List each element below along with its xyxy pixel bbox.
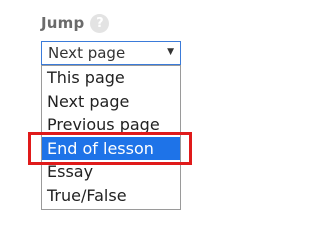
option-this-page[interactable]: This page: [42, 66, 180, 90]
option-next-page[interactable]: Next page: [42, 90, 180, 114]
jump-field-label: Jump ?: [41, 11, 110, 35]
jump-select[interactable]: Next page ▼: [41, 41, 181, 65]
option-true-false[interactable]: True/False: [42, 184, 180, 208]
jump-select-value: Next page: [48, 44, 126, 62]
annotation-highlight-box: [28, 132, 192, 165]
jump-label-text: Jump: [41, 14, 85, 32]
chevron-down-icon: ▼: [167, 47, 174, 57]
help-icon[interactable]: ?: [90, 13, 110, 33]
